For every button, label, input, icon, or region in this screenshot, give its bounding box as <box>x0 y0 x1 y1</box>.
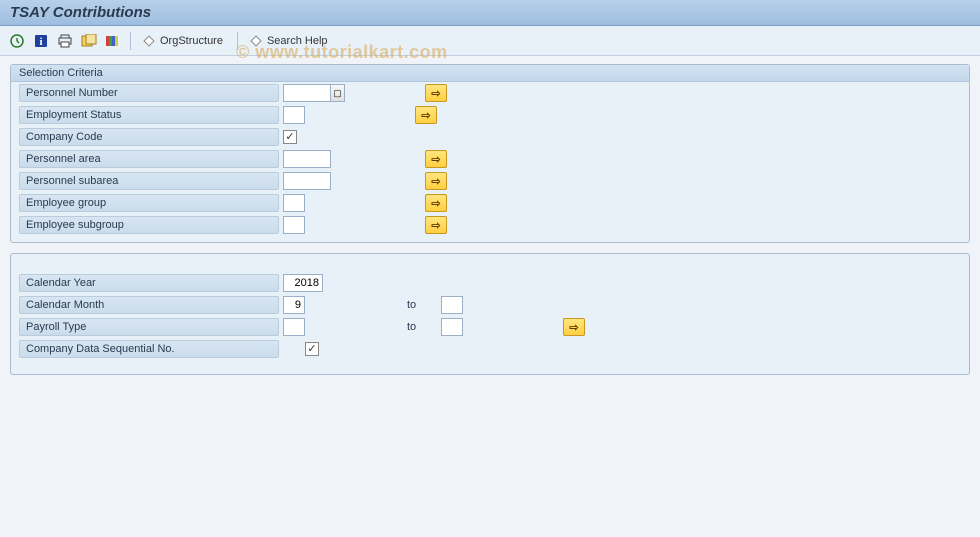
input-employment-status[interactable] <box>283 106 305 124</box>
group-title: Selection Criteria <box>11 65 969 82</box>
row-employee-subgroup: Employee subgroup ⇨ <box>11 214 969 236</box>
group-title-empty <box>11 254 969 262</box>
toolbar: i OrgStructure Search Help <box>0 26 980 56</box>
diamond-icon <box>143 35 154 46</box>
input-payroll-type-to[interactable] <box>441 318 463 336</box>
parameters-group: Calendar Year Calendar Month to Payroll … <box>10 253 970 375</box>
input-calendar-month-from[interactable] <box>283 296 305 314</box>
org-structure-label: OrgStructure <box>160 35 223 47</box>
label-company-code: Company Code <box>19 128 279 146</box>
checkbox-company-code[interactable]: ✓ <box>283 130 297 144</box>
input-payroll-type-from[interactable] <box>283 318 305 336</box>
diamond-icon <box>250 35 261 46</box>
input-employee-subgroup[interactable] <box>283 216 305 234</box>
multiple-selection-button[interactable]: ⇨ <box>425 216 447 234</box>
toolbar-separator <box>130 32 131 50</box>
label-employee-group: Employee group <box>19 194 279 212</box>
checkbox-company-data-seq[interactable]: ✓ <box>305 342 319 356</box>
label-employee-subgroup: Employee subgroup <box>19 216 279 234</box>
row-company-data-seq: Company Data Sequential No. ✓ <box>11 338 969 360</box>
multiple-selection-button[interactable]: ⇨ <box>425 172 447 190</box>
label-personnel-subarea: Personnel subarea <box>19 172 279 190</box>
row-employment-status: Employment Status ⇨ <box>11 104 969 126</box>
title-bar: TSAY Contributions <box>0 0 980 26</box>
multiple-selection-button[interactable]: ⇨ <box>425 150 447 168</box>
print-icon[interactable] <box>56 32 74 50</box>
row-personnel-number: Personnel Number ▢ ⇨ <box>11 82 969 104</box>
selection-criteria-group: Selection Criteria Personnel Number ▢ ⇨ … <box>10 64 970 243</box>
label-personnel-area: Personnel area <box>19 150 279 168</box>
color-icon[interactable] <box>104 32 122 50</box>
input-personnel-number[interactable] <box>283 84 331 102</box>
value-help-icon[interactable]: ▢ <box>331 84 345 102</box>
execute-icon[interactable] <box>8 32 26 50</box>
search-help-label: Search Help <box>267 35 328 47</box>
search-help-button[interactable]: Search Help <box>246 33 334 49</box>
row-employee-group: Employee group ⇨ <box>11 192 969 214</box>
input-employee-group[interactable] <box>283 194 305 212</box>
to-label: to <box>407 321 437 333</box>
variant-icon[interactable] <box>80 32 98 50</box>
row-personnel-subarea: Personnel subarea ⇨ <box>11 170 969 192</box>
label-company-data-seq: Company Data Sequential No. <box>19 340 279 358</box>
input-calendar-month-to[interactable] <box>441 296 463 314</box>
content-area: Selection Criteria Personnel Number ▢ ⇨ … <box>0 56 980 393</box>
row-payroll-type: Payroll Type to ⇨ <box>11 316 969 338</box>
input-personnel-area[interactable] <box>283 150 331 168</box>
info-icon[interactable]: i <box>32 32 50 50</box>
multiple-selection-button[interactable]: ⇨ <box>415 106 437 124</box>
multiple-selection-button[interactable]: ⇨ <box>425 194 447 212</box>
label-employment-status: Employment Status <box>19 106 279 124</box>
multiple-selection-button[interactable]: ⇨ <box>563 318 585 336</box>
row-calendar-year: Calendar Year <box>11 272 969 294</box>
multiple-selection-button[interactable]: ⇨ <box>425 84 447 102</box>
row-personnel-area: Personnel area ⇨ <box>11 148 969 170</box>
org-structure-button[interactable]: OrgStructure <box>139 33 229 49</box>
label-calendar-year: Calendar Year <box>19 274 279 292</box>
page-title: TSAY Contributions <box>10 4 970 21</box>
label-payroll-type: Payroll Type <box>19 318 279 336</box>
row-calendar-month: Calendar Month to <box>11 294 969 316</box>
to-label: to <box>407 299 437 311</box>
svg-text:i: i <box>39 36 42 48</box>
input-calendar-year[interactable] <box>283 274 323 292</box>
label-calendar-month: Calendar Month <box>19 296 279 314</box>
row-company-code: Company Code ✓ <box>11 126 969 148</box>
toolbar-separator <box>237 32 238 50</box>
input-personnel-subarea[interactable] <box>283 172 331 190</box>
label-personnel-number: Personnel Number <box>19 84 279 102</box>
